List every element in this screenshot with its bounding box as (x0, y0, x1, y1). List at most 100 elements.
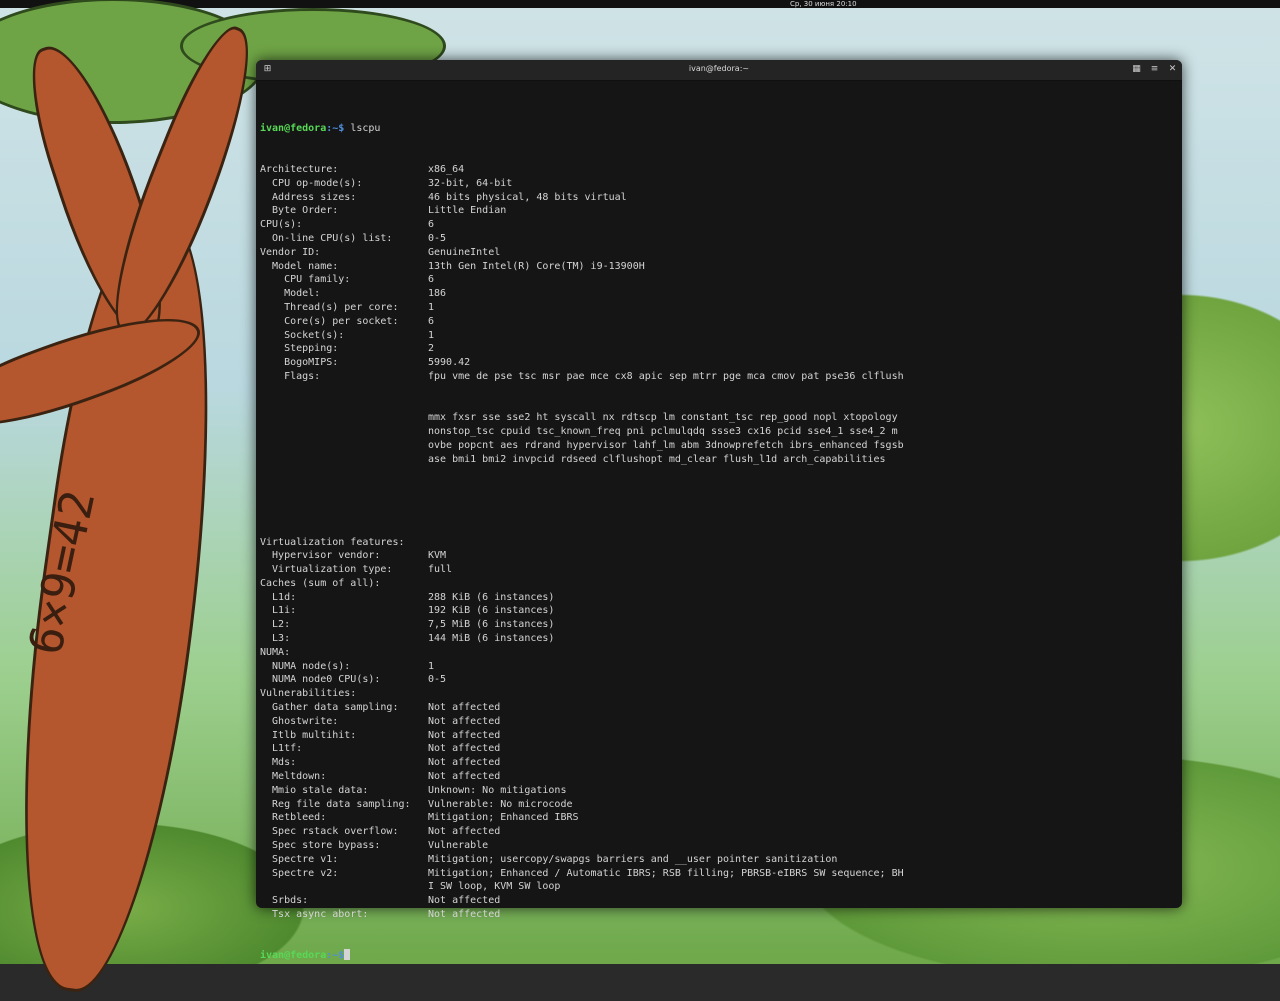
field-key: Itlb multihit: (260, 729, 357, 741)
command-text: lscpu (344, 122, 381, 134)
flags-line: ovbe popcnt aes rdrand hypervisor lahf_l… (428, 439, 904, 451)
field-key: BogoMIPS: (260, 357, 339, 369)
field-key: Spec rstack overflow: (260, 826, 399, 838)
field-value: 192 KiB (6 instances) (428, 605, 555, 617)
output-row: Model: 186 (260, 287, 1172, 301)
prompt-path: :~$ (326, 122, 345, 134)
output-row: Vendor ID: GenuineIntel (260, 246, 1172, 260)
title-bar[interactable]: ⊞ ivan@fedora:~ ▦ ≡ ✕ (256, 60, 1182, 81)
field-key: NUMA node0 CPU(s): (260, 674, 381, 686)
flags-line: nonstop_tsc cpuid tsc_known_freq pni pcl… (428, 426, 898, 438)
field-key: Reg file data sampling: (260, 798, 411, 810)
hamburger-icon[interactable]: ≡ (1149, 64, 1160, 75)
field-key: Meltdown: (260, 771, 327, 783)
output-row: On-line CPU(s) list: 0-5 (260, 232, 1172, 246)
output-row: CPU family: 6 (260, 273, 1172, 287)
output-row: L1tf: Not affected (260, 742, 1172, 756)
field-value: x86_64 (428, 163, 465, 175)
output-row: Tsx async abort: Not affected (260, 908, 1172, 922)
menu-icon[interactable]: ▦ (1131, 64, 1142, 75)
field-key: Tsx async abort: (260, 909, 369, 921)
field-value: 186 (428, 288, 447, 300)
field-value: Not affected (428, 826, 501, 838)
output-row: L2: 7,5 MiB (6 instances) (260, 618, 1172, 632)
output-row: Virtualization features: (260, 536, 1172, 550)
output-row: Spec rstack overflow: Not affected (260, 825, 1172, 839)
lscpu-section-cpu: Architecture: x86_64 CPU op-mode(s): 32-bi… (260, 163, 1172, 384)
output-row: Address sizes: 46 bits physical, 48 bits … (260, 191, 1172, 205)
field-key: Virtualization features: (260, 536, 405, 548)
field-value: Mitigation; Enhanced / Automatic IBRS; R… (428, 867, 904, 879)
output-row: L3: 144 MiB (6 instances) (260, 632, 1172, 646)
field-value: Not affected (428, 729, 501, 741)
field-key: Spectre v1: (260, 853, 339, 865)
field-value: Vulnerable (428, 840, 489, 852)
output-row: Reg file data sampling: Vulnerable: No mi… (260, 798, 1172, 812)
field-key: NUMA: (260, 646, 291, 658)
output-row: Hypervisor vendor: KVM (260, 549, 1172, 563)
field-value: 32-bit, 64-bit (428, 177, 513, 189)
field-value: Not affected (428, 909, 501, 921)
field-key: Vulnerabilities: (260, 688, 357, 700)
output-row: Spec store bypass: Vulnerable (260, 839, 1172, 853)
field-key: Virtualization type: (260, 564, 393, 576)
flags-line: ase bmi1 bmi2 invpcid rdseed clflushopt … (428, 453, 886, 465)
field-key: L2: (260, 619, 291, 631)
field-value: Not affected (428, 771, 501, 783)
field-value: 7,5 MiB (6 instances) (428, 619, 555, 631)
window-title: ivan@fedora:~ (688, 64, 750, 73)
output-row: NUMA node(s): 1 (260, 660, 1172, 674)
output-row: Spectre v2: Mitigation; Enhanced / Automa… (260, 867, 1172, 881)
close-icon[interactable]: ✕ (1167, 64, 1178, 75)
field-key: Core(s) per socket: (260, 315, 399, 327)
output-row: Virtualization type: full (260, 563, 1172, 577)
field-key: CPU op-mode(s): (260, 177, 363, 189)
output-row: Srbds: Not affected (260, 894, 1172, 908)
terminal-output[interactable]: ivan@fedora:~$ lscpu Architecture: x86_64… (260, 94, 1172, 962)
field-key: Architecture: (260, 163, 339, 175)
output-row: Thread(s) per core: 1 (260, 301, 1172, 315)
output-row: CPU(s): 6 (260, 218, 1172, 232)
output-row: Stepping: 2 (260, 342, 1172, 356)
output-row: I SW loop, KVM SW loop (260, 880, 1172, 894)
output-row: Mds: Not affected (260, 756, 1172, 770)
terminal-window[interactable]: ⊞ ivan@fedora:~ ▦ ≡ ✕ ivan@fedora:~$ lsc… (256, 60, 1182, 962)
field-value (428, 536, 1172, 550)
field-key: L3: (260, 633, 291, 645)
field-value: Not affected (428, 702, 501, 714)
field-key: L1d: (260, 591, 297, 603)
field-value: 5990.42 (428, 357, 471, 369)
output-row: Byte Order: Little Endian (260, 204, 1172, 218)
field-key: Hypervisor vendor: (260, 550, 381, 562)
field-key: L1tf: (260, 743, 303, 755)
prompt-line[interactable]: ivan@fedora:~$ (260, 949, 1172, 963)
field-key: Stepping: (260, 343, 339, 355)
field-key: Vendor ID: (260, 246, 321, 258)
field-key: CPU family: (260, 274, 351, 286)
field-value: 0-5 (428, 232, 447, 244)
field-key: Ghostwrite: (260, 715, 339, 727)
field-value: 1 (428, 301, 435, 313)
output-row: Mmio stale data: Unknown: No mitigations (260, 784, 1172, 798)
field-key: Gather data sampling: (260, 702, 399, 714)
output-row: Socket(s): 1 (260, 329, 1172, 343)
field-key: Mds: (260, 757, 297, 769)
field-value: I SW loop, KVM SW loop (428, 881, 561, 893)
field-value: Not affected (428, 715, 501, 727)
output-row: CPU op-mode(s): 32-bit, 64-bit (260, 177, 1172, 191)
field-value: 0-5 (428, 674, 447, 686)
field-value: 1 (428, 329, 435, 341)
field-key: Spec store bypass: (260, 840, 381, 852)
text-cursor (344, 949, 351, 961)
flags-continuation: mmx fxsr sse sse2 ht syscall nx rdtscp l… (428, 411, 1172, 466)
field-key (260, 880, 428, 894)
output-row: L1d: 288 KiB (6 instances) (260, 591, 1172, 605)
field-key: Spectre v2: (260, 867, 339, 879)
field-value: 288 KiB (6 instances) (428, 591, 555, 603)
field-value: 13th Gen Intel(R) Core(TM) i9-13900H (428, 260, 645, 272)
field-value: 6 (428, 219, 435, 231)
clock[interactable]: Ср, 30 июня 20:10 (790, 0, 857, 8)
command-line: ivan@fedora:~$ lscpu (260, 122, 1172, 136)
field-value: KVM (428, 550, 447, 562)
